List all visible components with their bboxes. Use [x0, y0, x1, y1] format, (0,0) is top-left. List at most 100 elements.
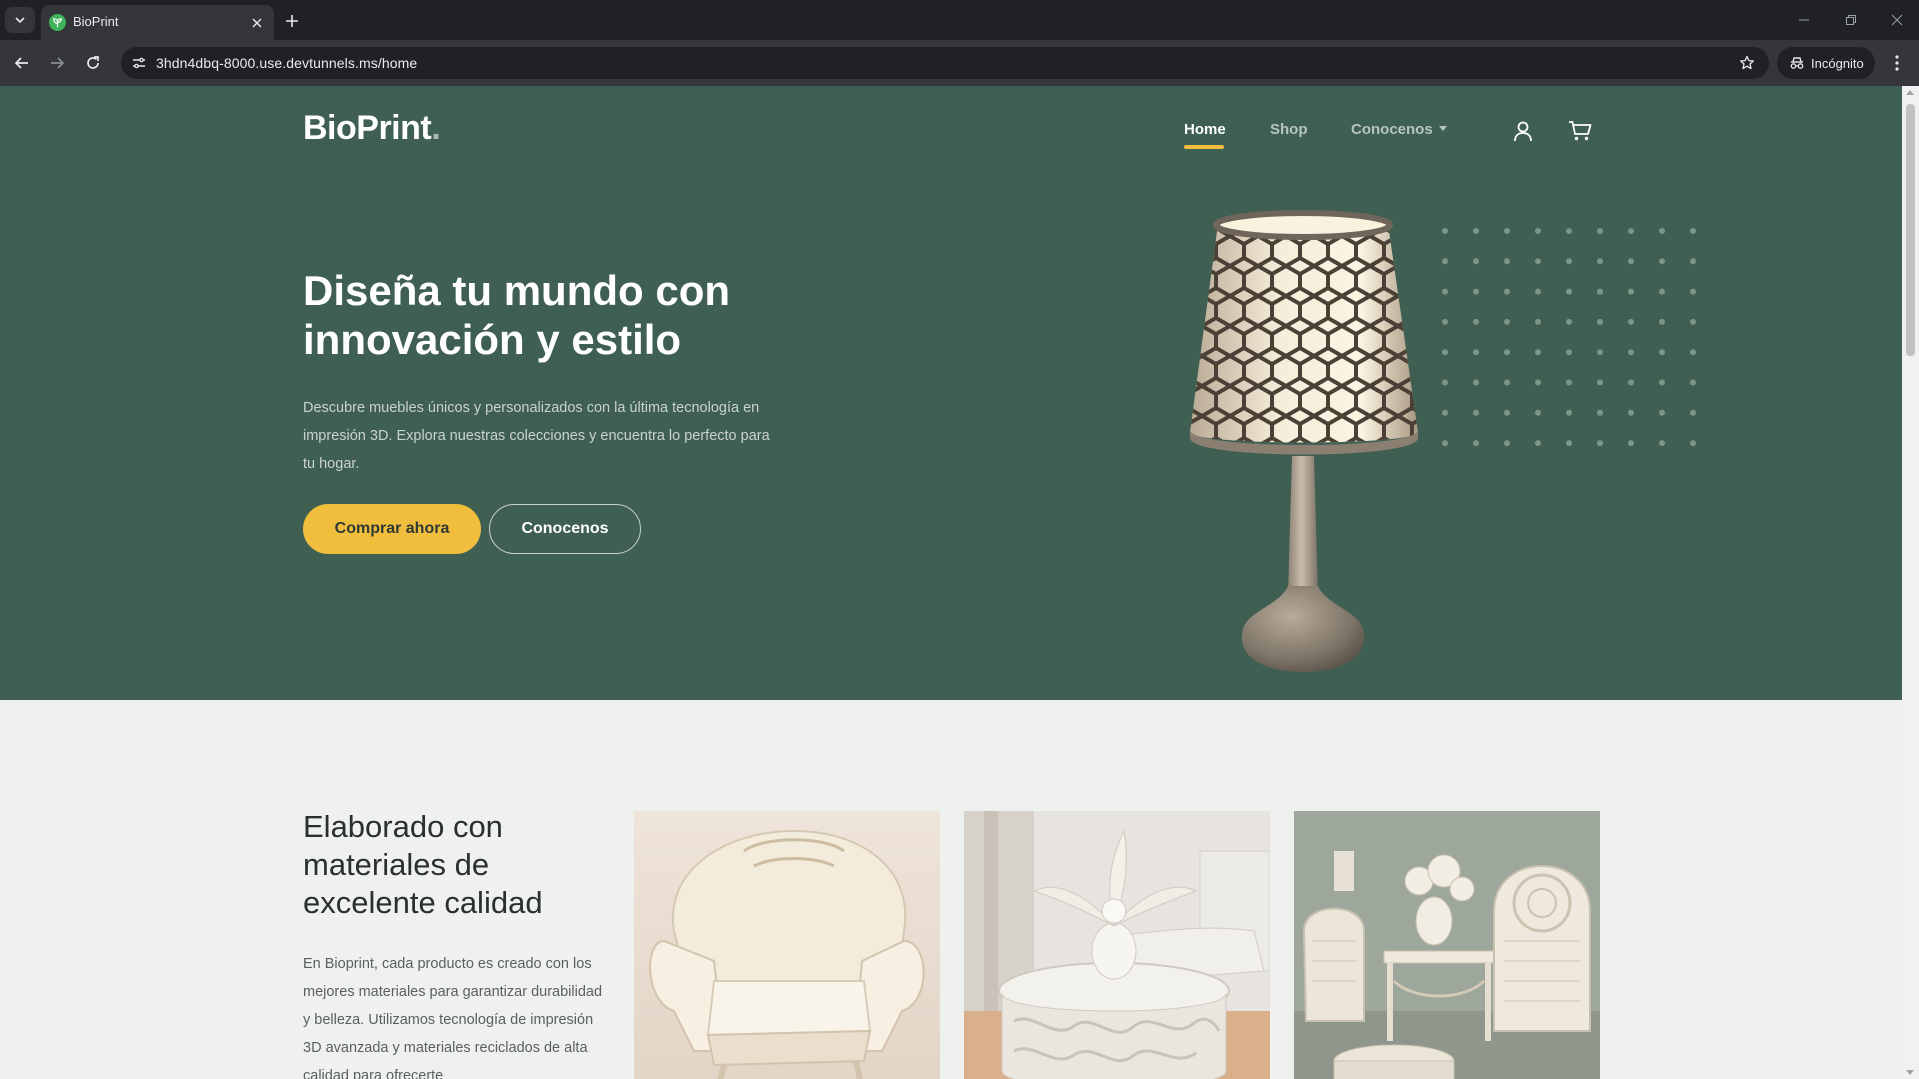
reload-button[interactable] — [80, 50, 106, 76]
nav-active-indicator — [1184, 145, 1224, 149]
table-vase-image[interactable] — [964, 811, 1270, 1079]
cart-button[interactable] — [1565, 116, 1595, 146]
tab-search-button[interactable] — [5, 7, 35, 33]
grid-dot — [1628, 228, 1634, 234]
site-info-icon[interactable] — [129, 53, 149, 73]
grid-dot — [1566, 258, 1572, 265]
tab-title: BioPrint — [73, 14, 119, 29]
scroll-down-arrow-icon[interactable] — [1906, 1070, 1914, 1075]
grid-dot — [1597, 228, 1603, 234]
armchair-image[interactable] — [634, 811, 940, 1079]
grid-dot — [1566, 349, 1572, 356]
grid-dot — [1628, 288, 1634, 295]
grid-dot — [1566, 440, 1572, 446]
scrollbar-thumb[interactable] — [1906, 104, 1915, 356]
grid-dot — [1597, 379, 1603, 386]
grid-dot — [1535, 258, 1541, 265]
grid-dot — [1628, 349, 1634, 356]
nav-shop[interactable]: Shop — [1270, 121, 1308, 138]
arrow-left-icon — [14, 57, 28, 69]
grid-dot — [1628, 379, 1634, 386]
grid-dot — [1566, 288, 1572, 295]
grid-dot — [1659, 288, 1665, 295]
grid-dot — [1659, 440, 1665, 446]
restore-icon — [1846, 15, 1856, 25]
incognito-badge[interactable]: Incógnito — [1777, 47, 1875, 79]
grid-dot — [1535, 440, 1541, 446]
page-scrollbar[interactable] — [1902, 86, 1919, 1079]
browser-tab-bar: BioPrint — [0, 0, 1919, 40]
grid-dot — [1535, 288, 1541, 295]
grid-dot — [1535, 409, 1541, 416]
grid-dot — [1473, 349, 1479, 356]
hero-description: Descubre muebles únicos y personalizados… — [303, 400, 770, 472]
plus-icon — [286, 15, 298, 27]
incognito-icon — [1790, 57, 1804, 69]
grid-dot — [1504, 440, 1510, 446]
user-account-button[interactable] — [1508, 116, 1538, 146]
reload-icon — [87, 56, 99, 69]
url-text: 3hdn4dbq-8000.use.devtunnels.ms/home — [156, 55, 417, 71]
hero-title: Diseña tu mundo con innovación y estilo — [303, 267, 731, 363]
browser-tab[interactable]: BioPrint — [41, 5, 274, 40]
grid-dot — [1473, 409, 1479, 416]
new-tab-button[interactable] — [280, 9, 304, 33]
grid-dot — [1690, 409, 1696, 416]
nav-conocenos-label: Conocenos — [1351, 121, 1433, 138]
grid-dot — [1504, 228, 1510, 234]
grid-dot — [1628, 258, 1634, 265]
grid-dot — [1597, 349, 1603, 356]
page-viewport: BioPrint. Home Shop Conocenos Diseña tu … — [0, 86, 1919, 1079]
back-button[interactable] — [9, 50, 35, 76]
browser-toolbar: 3hdn4dbq-8000.use.devtunnels.ms/home Inc… — [0, 40, 1919, 86]
grid-dot — [1690, 440, 1696, 446]
nav-home[interactable]: Home — [1184, 121, 1226, 138]
grid-dot — [1504, 379, 1510, 386]
shop-now-button[interactable]: Comprar ahora — [303, 504, 481, 554]
minimize-button[interactable] — [1792, 8, 1816, 32]
address-bar[interactable]: 3hdn4dbq-8000.use.devtunnels.ms/home — [121, 47, 1769, 79]
minimize-icon — [1799, 19, 1809, 21]
about-us-button[interactable]: Conocenos — [489, 504, 641, 554]
grid-dot — [1597, 409, 1603, 416]
cart-icon — [1569, 121, 1592, 141]
grid-dot — [1473, 258, 1479, 265]
grid-dot — [1535, 349, 1541, 356]
user-icon — [1514, 121, 1532, 142]
grid-dot — [1628, 409, 1634, 416]
grid-dot — [1690, 349, 1696, 356]
arrow-right-icon — [51, 57, 65, 69]
caret-down-icon — [1438, 125, 1447, 131]
site-logo[interactable]: BioPrint. — [303, 109, 441, 148]
close-window-button[interactable] — [1885, 8, 1909, 32]
nav-conocenos-dropdown[interactable]: Conocenos — [1351, 121, 1447, 138]
grid-dot — [1473, 440, 1479, 446]
grid-dot — [1504, 318, 1510, 325]
lamp-image — [1190, 210, 1418, 672]
hero-section: BioPrint. Home Shop Conocenos Diseña tu … — [0, 86, 1902, 700]
forward-button[interactable] — [44, 50, 70, 76]
url-domain: 3hdn4dbq-8000.use.devtunnels.ms — [156, 55, 378, 71]
chevron-down-icon — [15, 17, 25, 24]
grid-dot — [1504, 349, 1510, 356]
grid-dot — [1473, 228, 1479, 234]
url-path: /home — [377, 55, 418, 71]
restore-button[interactable] — [1839, 8, 1863, 32]
grid-dot — [1690, 258, 1696, 265]
grid-dot — [1628, 440, 1634, 446]
browser-menu-button[interactable] — [1884, 50, 1910, 76]
grid-dot — [1659, 409, 1665, 416]
grid-dot — [1504, 288, 1510, 295]
scroll-up-arrow-icon[interactable] — [1906, 90, 1914, 95]
close-tab-icon[interactable] — [248, 14, 266, 32]
quality-section-title: Elaborado con materiales de excelente ca… — [303, 809, 543, 920]
grid-dot — [1597, 318, 1603, 325]
grid-dot — [1659, 349, 1665, 356]
wicker-chairs-image[interactable] — [1294, 811, 1600, 1079]
grid-dot — [1535, 228, 1541, 234]
logo-dot: . — [431, 109, 441, 147]
grid-dot — [1504, 409, 1510, 416]
bookmark-star-icon[interactable] — [1737, 53, 1757, 73]
leaf-icon — [49, 14, 66, 31]
grid-dot — [1566, 409, 1572, 416]
